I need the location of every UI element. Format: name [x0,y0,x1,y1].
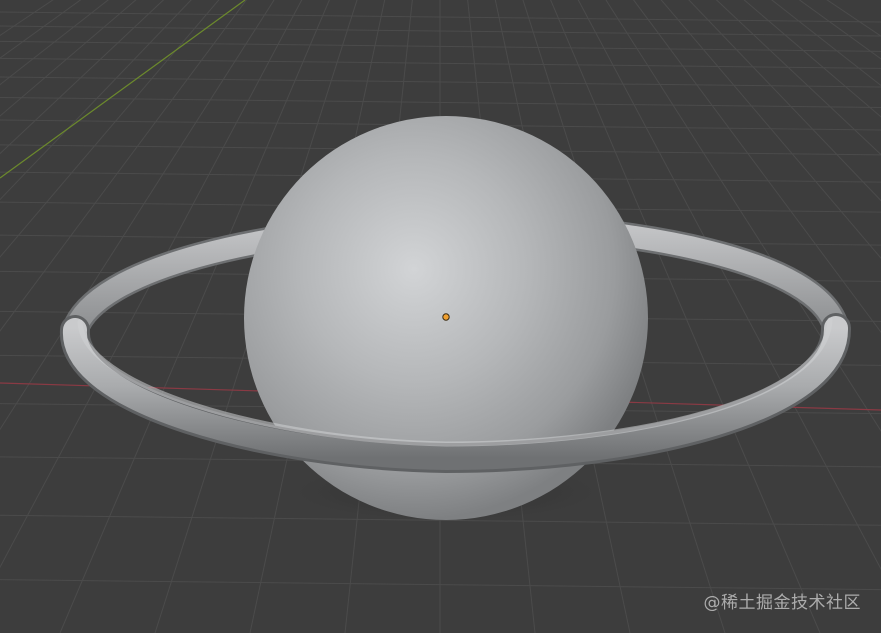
watermark-text: @稀土掘金技术社区 [703,593,861,613]
viewport-canvas[interactable] [0,0,881,633]
origin-dot[interactable] [442,313,450,321]
3d-viewport[interactable]: @稀土掘金技术社区 [0,0,881,633]
